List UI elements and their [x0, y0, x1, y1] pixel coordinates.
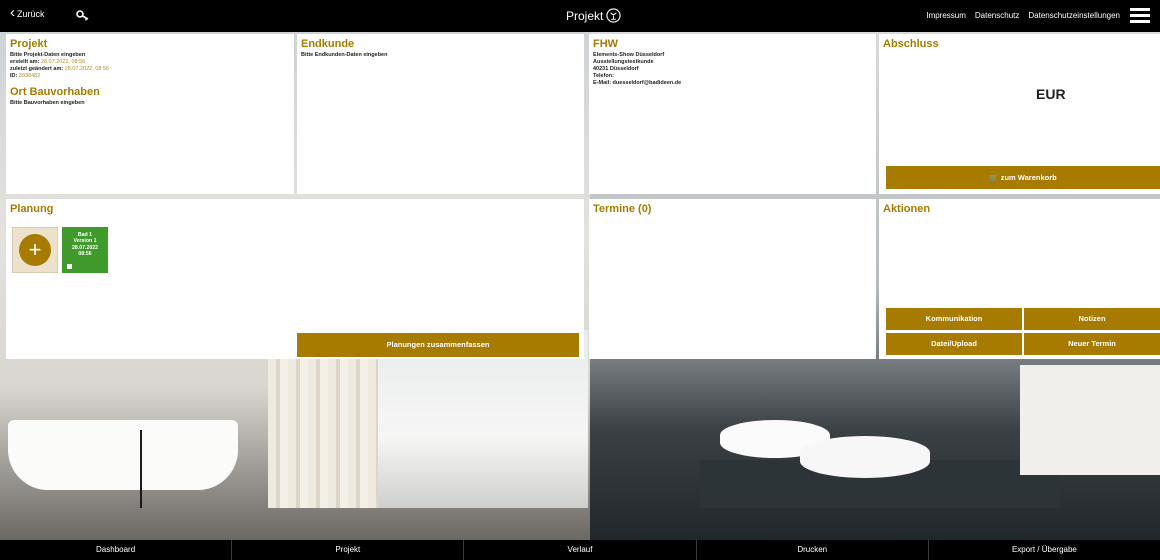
projekt-title: Projekt — [10, 38, 48, 50]
endkunde-title: Endkunde — [301, 38, 355, 50]
planning-card[interactable]: Bad 1 Version 1 28.07.2022 08:56 — [62, 227, 108, 273]
plus-icon: + — [19, 234, 51, 266]
changed-value: 28.07.2022, 08:56 — [64, 66, 110, 72]
notizen-button[interactable]: Notizen — [1024, 308, 1160, 330]
termine-title: Termine (0) — [593, 203, 652, 215]
projekt-info: Bitte Projekt-Daten eingeben erstellt am… — [10, 52, 290, 80]
top-bar: ‹ Zurück Projekt Impressum Datenschutz D… — [0, 0, 1160, 32]
termine-panel[interactable]: Termine (0) — [589, 199, 876, 359]
background-stool — [140, 430, 210, 508]
kommunikation-button[interactable]: Kommunikation — [886, 308, 1022, 330]
created-label: erstellt am: — [10, 59, 40, 65]
planning-card-time: 08:56 — [78, 250, 92, 257]
background-mirror — [1020, 365, 1160, 475]
projekt-prompt: Bitte Projekt-Daten eingeben — [10, 52, 86, 58]
merge-plannings-button[interactable]: Planungen zusammenfassen — [297, 333, 579, 357]
datenschutzeinstellungen-link[interactable]: Datenschutzeinstellungen — [1028, 11, 1120, 20]
fhw-line: Ausstellungstestkunde — [593, 59, 654, 65]
ort-title: Ort Bauvorhaben — [10, 86, 100, 98]
nav-export[interactable]: Export / Übergabe — [929, 540, 1160, 560]
fhw-panel[interactable]: FHW Elements-Show Düsseldorf Ausstellung… — [589, 34, 876, 194]
fhw-line: Telefon: — [593, 73, 614, 79]
id-label: ID: — [10, 73, 18, 79]
datenschutz-link[interactable]: Datenschutz — [975, 11, 1019, 20]
nav-verlauf[interactable]: Verlauf — [464, 540, 697, 560]
menu-icon[interactable] — [1130, 8, 1150, 23]
nav-projekt[interactable]: Projekt — [232, 540, 465, 560]
background-basin — [800, 436, 930, 478]
nav-drucken[interactable]: Drucken — [697, 540, 929, 560]
projekt-panel[interactable]: Projekt Bitte Projekt-Daten eingeben ers… — [6, 34, 294, 194]
created-value: 28.07.2022, 08:56 — [40, 59, 86, 65]
page-title-text: Projekt — [566, 8, 604, 23]
planung-title: Planung — [10, 203, 54, 215]
fhw-info: Elements-Show Düsseldorf Ausstellungstes… — [593, 52, 872, 87]
upload-button[interactable]: Datei/Upload — [886, 333, 1022, 355]
endkunde-text: Bitte Endkunden-Daten eingeben — [301, 52, 388, 58]
abschluss-title: Abschluss — [883, 38, 939, 50]
impressum-link[interactable]: Impressum — [926, 11, 966, 20]
aktionen-title: Aktionen — [883, 203, 931, 215]
bottom-nav: Dashboard Projekt Verlauf Drucken Export… — [0, 540, 1160, 560]
key-icon[interactable] — [76, 9, 90, 21]
back-label: Zurück — [17, 9, 45, 19]
add-planning-button[interactable]: + — [12, 227, 58, 273]
cart-icon: 🛒 — [989, 173, 999, 182]
brand-logo-icon — [606, 8, 621, 23]
id-value: 3938482 — [18, 73, 41, 79]
planning-card-checkbox[interactable] — [67, 264, 72, 269]
endkunde-panel[interactable]: Endkunde Bitte Endkunden-Daten eingeben — [297, 34, 584, 194]
cart-button-label: zum Warenkorb — [1000, 173, 1057, 182]
back-button[interactable]: ‹ Zurück — [10, 4, 45, 21]
top-links: Impressum Datenschutz Datenschutzeinstel… — [926, 11, 1120, 20]
fhw-line: Elements-Show Düsseldorf — [593, 52, 665, 58]
changed-label: zuletzt geändert am: — [10, 66, 64, 72]
fhw-line: E-Mail: duesseldorf@badideen.de — [593, 80, 682, 86]
nav-dashboard[interactable]: Dashboard — [0, 540, 233, 560]
chevron-left-icon: ‹ — [10, 4, 15, 21]
page-title: Projekt — [566, 8, 621, 23]
fhw-title: FHW — [593, 38, 619, 50]
fhw-line: 40231 Düsseldorf — [593, 66, 639, 72]
ort-text: Bitte Bauvorhaben eingeben — [10, 100, 85, 106]
merge-plannings-label: Planungen zusammenfassen — [386, 340, 490, 349]
new-appointment-button[interactable]: Neuer Termin — [1024, 333, 1160, 355]
cart-button[interactable]: 🛒 zum Warenkorb — [886, 166, 1160, 189]
total-currency: EUR — [1036, 86, 1066, 102]
